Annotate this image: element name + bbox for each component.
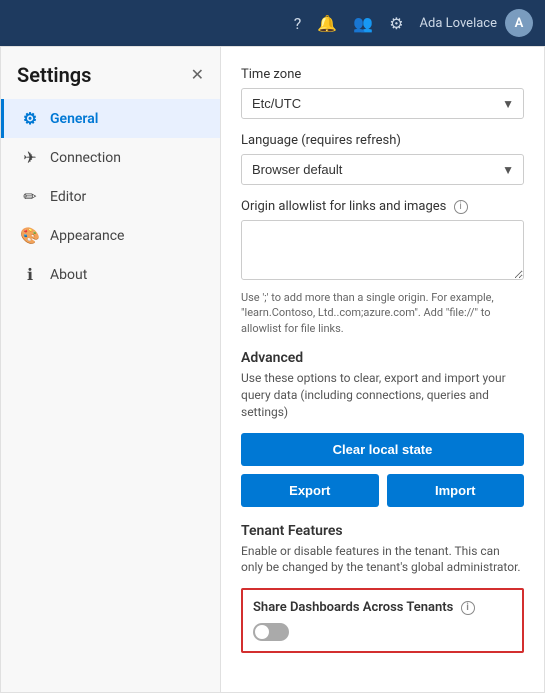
sidebar-label-connection: Connection: [50, 150, 121, 166]
advanced-heading: Advanced: [241, 350, 524, 366]
sidebar-item-editor[interactable]: ✏ Editor: [1, 177, 220, 216]
timezone-select[interactable]: Etc/UTC America/New_York America/Chicago…: [241, 88, 524, 119]
tenant-heading: Tenant Features: [241, 523, 524, 539]
toggle-slider: [253, 623, 289, 641]
user-menu[interactable]: Ada Lovelace A: [420, 9, 533, 37]
sidebar: Settings ✕ ⚙ General ✈ Connection ✏ Edit…: [1, 47, 221, 692]
connection-icon: ✈: [20, 148, 40, 167]
about-icon: ℹ: [20, 265, 40, 284]
settings-title-row: Settings ✕: [1, 47, 220, 95]
notification-icon[interactable]: 🔔: [317, 14, 337, 33]
allowlist-info-icon[interactable]: i: [454, 200, 468, 214]
advanced-desc: Use these options to clear, export and i…: [241, 370, 524, 420]
language-select[interactable]: Browser default English French German Sp…: [241, 154, 524, 185]
help-icon[interactable]: ?: [294, 14, 302, 33]
allowlist-textarea[interactable]: [241, 220, 524, 280]
close-button[interactable]: ✕: [191, 67, 204, 83]
tenant-features-box: Share Dashboards Across Tenants i: [241, 588, 524, 653]
sidebar-item-connection[interactable]: ✈ Connection: [1, 138, 220, 177]
sidebar-label-general: General: [50, 111, 98, 127]
main-content: Time zone Etc/UTC America/New_York Ameri…: [221, 47, 544, 692]
allowlist-help-text: Use ';' to add more than a single origin…: [241, 290, 524, 336]
sidebar-label-appearance: Appearance: [50, 228, 124, 244]
top-nav: ? 🔔 👥 ⚙ Ada Lovelace A: [0, 0, 545, 46]
tenant-info-icon[interactable]: i: [461, 601, 475, 615]
tenant-feature-label: Share Dashboards Across Tenants i: [253, 600, 512, 615]
timezone-label: Time zone: [241, 67, 524, 82]
sidebar-item-about[interactable]: ℹ About: [1, 255, 220, 294]
sidebar-item-general[interactable]: ⚙ General: [1, 99, 220, 138]
timezone-select-wrapper: Etc/UTC America/New_York America/Chicago…: [241, 88, 524, 119]
import-button[interactable]: Import: [387, 474, 525, 507]
clear-local-state-button[interactable]: Clear local state: [241, 433, 524, 466]
sidebar-item-appearance[interactable]: 🎨 Appearance: [1, 216, 220, 255]
tenant-toggle-wrapper: [253, 623, 512, 641]
editor-icon: ✏: [20, 187, 40, 206]
general-icon: ⚙: [20, 109, 40, 128]
appearance-icon: 🎨: [20, 226, 40, 245]
sidebar-label-editor: Editor: [50, 189, 86, 205]
avatar: A: [505, 9, 533, 37]
share-dashboards-toggle[interactable]: [253, 623, 289, 641]
settings-panel: Settings ✕ ⚙ General ✈ Connection ✏ Edit…: [0, 46, 545, 693]
export-button[interactable]: Export: [241, 474, 379, 507]
allowlist-label: Origin allowlist for links and images i: [241, 199, 524, 214]
language-select-wrapper: Browser default English French German Sp…: [241, 154, 524, 185]
gear-icon[interactable]: ⚙: [389, 14, 403, 33]
sidebar-label-about: About: [50, 267, 87, 283]
export-import-row: Export Import: [241, 474, 524, 507]
settings-title: Settings: [17, 63, 91, 87]
username-label: Ada Lovelace: [420, 16, 497, 31]
tenant-desc: Enable or disable features in the tenant…: [241, 543, 524, 577]
share-icon[interactable]: 👥: [353, 14, 373, 33]
language-label: Language (requires refresh): [241, 133, 524, 148]
sidebar-nav: ⚙ General ✈ Connection ✏ Editor 🎨 Appear…: [1, 99, 220, 294]
